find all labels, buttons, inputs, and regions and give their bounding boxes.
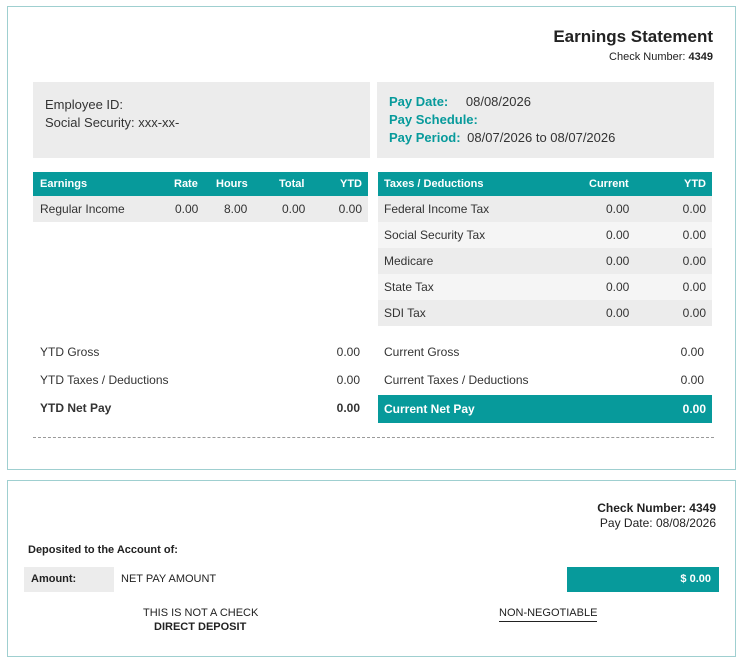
- taxes-table-header: Taxes / Deductions Current YTD: [378, 172, 712, 196]
- ytd-taxes-value: 0.00: [336, 373, 360, 387]
- stub-pay-date-value: 08/08/2026: [655, 516, 716, 530]
- rate-col-header: Rate: [174, 178, 198, 190]
- table-row: Medicare 0.00 0.00: [378, 248, 712, 274]
- current-net-pay-label: Current Net Pay: [384, 402, 475, 416]
- ytd-gross-value: 0.00: [336, 345, 360, 359]
- table-row: Social Security Tax 0.00 0.00: [378, 222, 712, 248]
- tax-name: Medicare: [384, 254, 434, 268]
- check-number-value: 4349: [688, 51, 713, 63]
- deposited-to-label: Deposited to the Account of:: [28, 544, 178, 556]
- earnings-table-header: Earnings Rate Hours Total YTD: [33, 172, 368, 196]
- deposit-stub-panel: Check Number: 4349 Pay Date: 08/08/2026 …: [7, 480, 736, 657]
- current-col-header: Current: [589, 178, 629, 190]
- pay-date-label: Pay Date:: [389, 94, 449, 109]
- ytd-gross-label: YTD Gross: [40, 345, 100, 359]
- tax-ytd: 0.00: [682, 228, 706, 242]
- ytd-taxes-label: YTD Taxes / Deductions: [40, 373, 169, 387]
- tax-ytd: 0.00: [682, 306, 706, 320]
- table-row: Regular Income 0.00 8.00 0.00 0.00: [33, 196, 368, 222]
- ytd-net-pay-label: YTD Net Pay: [40, 401, 112, 415]
- tax-ytd: 0.00: [682, 280, 706, 294]
- tax-current: 0.00: [606, 254, 630, 268]
- pay-period-label: Pay Period:: [389, 130, 461, 145]
- pay-schedule-line: Pay Schedule:: [389, 112, 478, 127]
- ytd-col-header: YTD: [340, 178, 362, 190]
- non-negotiable-label: NON-NEGOTIABLE: [499, 607, 598, 622]
- tax-current: 0.00: [606, 202, 630, 216]
- tax-name: Federal Income Tax: [384, 202, 490, 216]
- current-gross-value: 0.00: [680, 345, 704, 359]
- earnings-rate: 0.00: [175, 202, 199, 216]
- stub-check-value: 4349: [689, 501, 716, 515]
- tax-current: 0.00: [606, 228, 630, 242]
- current-net-pay-value: 0.00: [682, 402, 706, 416]
- pay-period-value: 08/07/2026 to 08/07/2026: [467, 130, 616, 145]
- stub-check-label: Check Number:: [597, 501, 686, 515]
- social-security-label: Social Security: xxx-xx-: [45, 115, 180, 130]
- stub-check-number: Check Number: 4349: [597, 501, 716, 515]
- hours-col-header: Hours: [216, 178, 248, 190]
- tax-name: Social Security Tax: [384, 228, 486, 242]
- employee-id-label: Employee ID:: [45, 97, 124, 112]
- stub-pay-date: Pay Date: 08/08/2026: [600, 516, 716, 530]
- amount-value-box: $ 0.00: [567, 567, 719, 592]
- current-taxes-value: 0.00: [680, 373, 704, 387]
- amount-label: Amount:: [31, 573, 77, 585]
- current-net-pay-box: Current Net Pay 0.00: [378, 395, 712, 423]
- tax-current: 0.00: [606, 306, 630, 320]
- not-a-check-text: THIS IS NOT A CHECK: [143, 607, 259, 619]
- check-number-label: Check Number:: [609, 51, 686, 63]
- direct-deposit-text: DIRECT DEPOSIT: [154, 621, 247, 633]
- tax-ytd: 0.00: [682, 254, 706, 268]
- tax-ytd-col-header: YTD: [684, 178, 706, 190]
- earnings-col-header: Earnings: [40, 178, 88, 190]
- current-gross-label: Current Gross: [384, 345, 460, 359]
- statement-check-number: Check Number: 4349: [609, 51, 713, 63]
- net-pay-amount-words: NET PAY AMOUNT: [121, 573, 217, 585]
- table-row: SDI Tax 0.00 0.00: [378, 300, 712, 326]
- stub-pay-date-label: Pay Date:: [599, 516, 653, 530]
- earnings-statement-panel: Earnings Statement Check Number: 4349 Em…: [7, 6, 736, 470]
- ytd-net-pay-value: 0.00: [336, 401, 360, 415]
- table-row: State Tax 0.00 0.00: [378, 274, 712, 300]
- statement-title: Earnings Statement: [553, 27, 713, 46]
- tax-name: State Tax: [384, 280, 434, 294]
- current-taxes-label: Current Taxes / Deductions: [384, 373, 529, 387]
- taxes-col-header: Taxes / Deductions: [384, 178, 484, 190]
- tax-current: 0.00: [606, 280, 630, 294]
- tax-ytd: 0.00: [682, 202, 706, 216]
- pay-date-line: Pay Date: 08/08/2026: [389, 94, 531, 109]
- pay-schedule-label: Pay Schedule:: [389, 112, 478, 127]
- earnings-type: Regular Income: [40, 202, 125, 216]
- amount-value: $ 0.00: [680, 573, 711, 585]
- pay-date-value: 08/08/2026: [465, 94, 531, 109]
- pay-period-line: Pay Period: 08/07/2026 to 08/07/2026: [389, 130, 615, 145]
- tax-name: SDI Tax: [384, 306, 426, 320]
- employee-info-box: Employee ID: Social Security: xxx-xx-: [33, 82, 370, 158]
- non-negotiable-text: NON-NEGOTIABLE: [499, 607, 598, 622]
- table-row: Federal Income Tax 0.00 0.00: [378, 196, 712, 222]
- pay-info-box: Pay Date: 08/08/2026 Pay Schedule: Pay P…: [377, 82, 714, 158]
- earnings-ytd: 0.00: [338, 202, 362, 216]
- earnings-total: 0.00: [282, 202, 306, 216]
- amount-label-box: Amount:: [24, 567, 114, 592]
- total-col-header: Total: [279, 178, 305, 190]
- earnings-hours: 8.00: [224, 202, 248, 216]
- tear-line-divider: [33, 437, 714, 438]
